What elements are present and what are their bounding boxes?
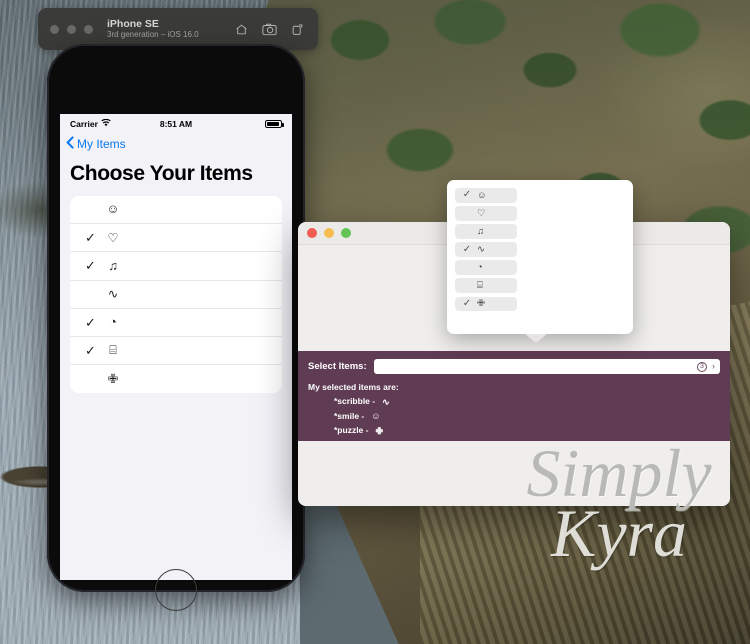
popover-item[interactable]: ✓ ⌸ [455, 278, 517, 294]
list-item[interactable]: ✓ ◔ [70, 309, 282, 337]
summary-header: My selected items are: [308, 382, 399, 392]
paint-icon: ◔ [109, 315, 117, 330]
chevron-left-icon [66, 136, 74, 152]
checkmark-icon: ✓ [85, 343, 96, 359]
status-left: Carrier [70, 118, 160, 129]
heart-icon: ♡ [107, 230, 119, 245]
music-icon: ♫ [108, 258, 118, 273]
smile-icon: ☺ [477, 189, 487, 201]
list-item[interactable]: ✓ ☺ [70, 196, 282, 225]
paint-icon: ◔ [477, 261, 483, 273]
ios-item-list: ✓ ☺ ✓ ♡ ✓ ♫ ✓ ∿ ✓ ◔ ✓ ⌸ [70, 196, 282, 394]
checkmark-icon: ✓ [85, 314, 96, 330]
rotate-icon[interactable] [291, 23, 304, 36]
heart-icon: ♡ [477, 207, 486, 219]
home-icon[interactable] [235, 23, 248, 36]
summary-item-label: *scribble - [334, 396, 376, 407]
page-title: Choose Your Items [70, 162, 253, 185]
checkmark-icon: ✓ [462, 243, 472, 255]
home-button[interactable] [155, 569, 197, 611]
popover-item[interactable]: ✓ ♡ [455, 206, 517, 221]
summary-item: *puzzle - ✙ [308, 424, 720, 439]
screenshot-icon[interactable] [262, 23, 277, 36]
simulator-window-controls[interactable] [50, 24, 93, 34]
wifi-icon [101, 118, 111, 129]
status-time: 8:51 AM [159, 119, 193, 129]
ios-nav-bar: My Items [60, 134, 292, 154]
summary-item: *smile - ☺ [308, 409, 720, 424]
list-item[interactable]: ✓ ⌸ [70, 337, 282, 366]
ios-status-bar: Carrier 8:51 AM [60, 114, 292, 134]
select-items-label: Select Items: [308, 361, 367, 372]
simulator-device-name: iPhone SE [107, 18, 159, 31]
simulator-close-button[interactable] [50, 24, 59, 34]
back-button[interactable]: My Items [66, 136, 126, 152]
scribble-icon: ∿ [477, 243, 485, 255]
select-items-panel: Select Items: 3 › My selected items are:… [298, 351, 730, 441]
list-item[interactable]: ✓ ♫ [70, 252, 282, 281]
carrier-label: Carrier [70, 119, 98, 129]
maximize-button[interactable] [341, 228, 351, 238]
list-item[interactable]: ✓ ∿ [70, 281, 282, 309]
checkmark-icon: ✓ [462, 297, 472, 309]
smile-icon: ☺ [371, 411, 381, 422]
checkmark-icon: ✓ [85, 258, 96, 274]
music-icon: ♫ [477, 225, 485, 237]
back-button-label: My Items [77, 137, 126, 151]
list-item[interactable]: ✓ ♡ [70, 224, 282, 253]
scribble-icon: ∿ [382, 396, 390, 407]
checkmark-icon: ✓ [85, 230, 96, 246]
checkmark-icon: ✓ [462, 189, 472, 201]
close-button[interactable] [307, 228, 317, 238]
selected-items-summary: My selected items are: *scribble - ∿ *sm… [308, 381, 720, 439]
popover-item[interactable]: ✓ ◔ [455, 260, 517, 275]
items-popover: ✓ ☺ ✓ ♡ ✓ ♫ ✓ ∿ ✓ ◔ ✓ ⌸ ✓ ✙ [447, 180, 633, 343]
simulator-maximize-button[interactable] [84, 24, 93, 34]
status-right [192, 120, 284, 128]
smile-icon: ☺ [106, 202, 120, 217]
popover-arrow [525, 334, 547, 343]
popover-item[interactable]: ✓ ✙ [455, 296, 517, 312]
simulator-device-info: iPhone SE 3rd generation – iOS 16.0 [107, 18, 235, 39]
summary-item-label: *smile - [334, 410, 365, 421]
puzzle-icon: ✙ [107, 371, 119, 386]
puzzle-icon: ✙ [375, 425, 384, 436]
chevron-right-icon[interactable]: › [712, 362, 715, 371]
iphone-device: Carrier 8:51 AM My Items Choose Your Ite… [47, 44, 305, 611]
popover-item[interactable]: ✓ ☺ [455, 188, 517, 203]
mac-content-bottom [298, 441, 730, 506]
select-items-row: Select Items: 3 › [308, 359, 720, 374]
selection-count-badge: 3 [697, 361, 707, 372]
minimize-button[interactable] [324, 228, 334, 238]
summary-item-label: *puzzle - [334, 425, 369, 436]
popover-item[interactable]: ✓ ∿ [455, 242, 517, 257]
list-item[interactable]: ✓ ✙ [70, 365, 282, 393]
piano-icon: ⌸ [477, 280, 483, 292]
summary-item: *scribble - ∿ [308, 395, 720, 410]
popover-item[interactable]: ✓ ♫ [455, 224, 517, 239]
simulator-device-os: 3rd generation – iOS 16.0 [107, 30, 199, 40]
puzzle-icon: ✙ [477, 298, 485, 310]
simulator-toolbar [235, 23, 306, 36]
simulator-minimize-button[interactable] [67, 24, 76, 34]
iphone-screen: Carrier 8:51 AM My Items Choose Your Ite… [60, 114, 292, 580]
piano-icon: ⌸ [109, 343, 117, 358]
battery-icon [265, 120, 284, 128]
select-items-field[interactable]: 3 › [373, 359, 720, 374]
scribble-icon: ∿ [107, 286, 119, 301]
